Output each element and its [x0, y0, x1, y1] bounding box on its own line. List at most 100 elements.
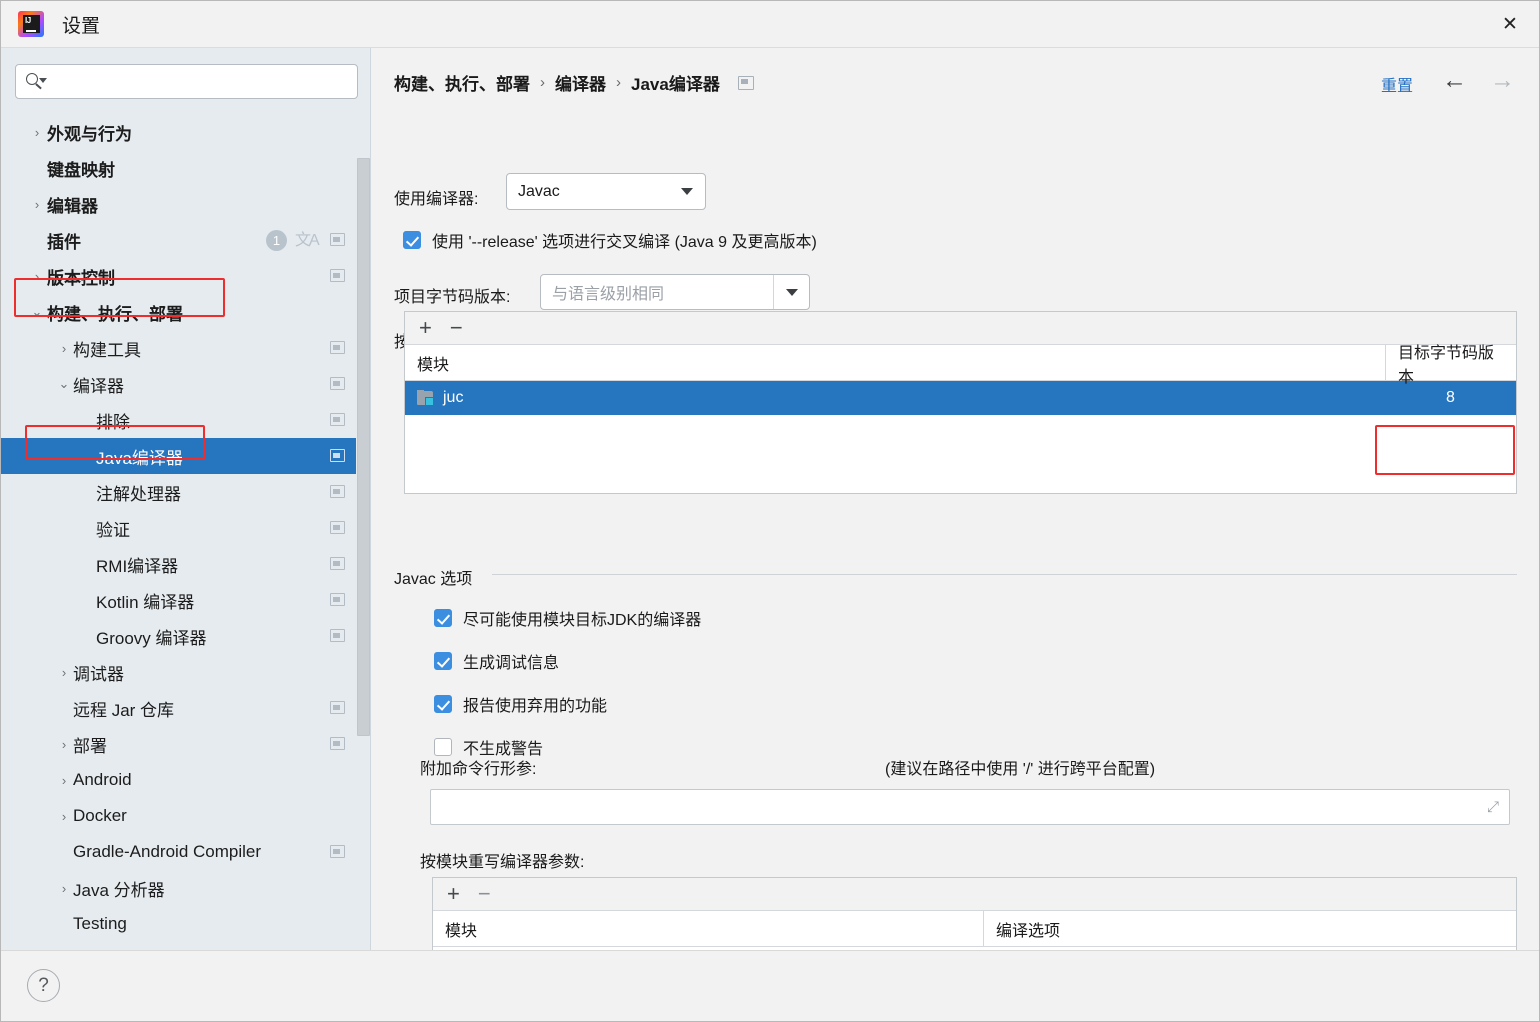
use-release-option-label: 使用 '--release' 选项进行交叉编译 (Java 9 及更高版本) — [432, 234, 817, 251]
breadcrumb-item-2[interactable]: Java编译器 — [631, 70, 720, 95]
use-release-option-checkbox-row[interactable]: 使用 '--release' 选项进行交叉编译 (Java 9 及更高版本) — [403, 228, 817, 252]
chevron-right-icon[interactable]: › — [29, 268, 45, 284]
sidebar-item-label: 验证 — [96, 520, 130, 540]
project-bytecode-select[interactable]: 与语言级别相同 — [540, 274, 810, 310]
search-input[interactable] — [48, 73, 357, 90]
settings-marker-icon — [330, 593, 345, 606]
module-icon — [417, 390, 436, 406]
sidebar-scrollbar-thumb[interactable] — [357, 158, 370, 736]
sidebar-item-1[interactable]: 键盘映射 — [1, 150, 370, 186]
javac-option-checkbox-3[interactable] — [434, 738, 452, 756]
settings-marker-icon — [330, 521, 345, 534]
sidebar-item-6[interactable]: › 构建工具 — [1, 330, 370, 366]
column-header-target-bytecode-version[interactable]: 目标字节码版本 — [1385, 345, 1516, 386]
settings-marker-icon — [330, 485, 345, 498]
sidebar-item-label: RMI编译器 — [96, 556, 179, 576]
chevron-right-icon[interactable]: › — [29, 196, 45, 212]
javac-option-checkbox-1[interactable] — [434, 652, 452, 670]
sidebar-item-label: Kotlin 编译器 — [96, 592, 195, 612]
chevron-right-icon[interactable]: › — [56, 880, 72, 896]
project-bytecode-value: 与语言级别相同 — [552, 286, 665, 303]
column-header-compile-options[interactable]: 编译选项 — [983, 911, 1516, 946]
chevron-down-icon[interactable]: ⌄ — [29, 304, 45, 320]
sidebar-item-21[interactable]: › Java 分析器 — [1, 870, 370, 906]
remove-module-button[interactable]: − — [450, 317, 463, 339]
javac-option-row-1[interactable]: 生成调试信息 — [434, 649, 701, 673]
javac-group-divider — [492, 574, 1517, 575]
main-panel: 构建、执行、部署 › 编译器 › Java编译器 重置 ← → 使用编译器: J… — [372, 48, 1539, 999]
javac-option-label-0: 尽可能使用模块目标JDK的编译器 — [463, 612, 702, 629]
search-icon — [26, 72, 47, 92]
close-icon[interactable]: ✕ — [1481, 1, 1539, 47]
sidebar-item-label: 编译器 — [73, 376, 124, 396]
expand-icon[interactable]: ⤢ — [1487, 799, 1499, 816]
sidebar-item-10[interactable]: 注解处理器 — [1, 474, 370, 510]
sidebar-item-7[interactable]: ⌄ 编译器 — [1, 366, 370, 402]
javac-option-row-0[interactable]: 尽可能使用模块目标JDK的编译器 — [434, 606, 701, 630]
title-bar: IJ 设置 ✕ — [1, 1, 1539, 48]
chevron-right-icon[interactable]: › — [56, 340, 72, 356]
arrow-left-icon[interactable]: ← — [1442, 68, 1467, 93]
sidebar-item-label: 排除 — [96, 412, 130, 432]
settings-marker-icon — [330, 701, 345, 714]
intellij-idea-logo-icon: IJ — [18, 11, 44, 37]
chevron-right-icon[interactable]: › — [56, 664, 72, 680]
chevron-right-icon[interactable]: › — [29, 124, 45, 140]
sidebar-item-0[interactable]: › 外观与行为 — [1, 114, 370, 150]
target-bytecode-cell[interactable]: 8 — [1385, 389, 1516, 407]
javac-option-checkbox-0[interactable] — [434, 609, 452, 627]
sidebar-item-label: Testing — [73, 914, 127, 933]
chevron-right-icon[interactable]: › — [56, 772, 72, 788]
breadcrumb-item-0[interactable]: 构建、执行、部署 — [394, 70, 530, 95]
sidebar-item-5[interactable]: ⌄ 构建、执行、部署 — [1, 294, 370, 330]
chevron-right-icon[interactable]: › — [56, 808, 72, 824]
chevron-right-icon[interactable]: › — [56, 736, 72, 752]
sidebar-item-16[interactable]: 远程 Jar 仓库 — [1, 690, 370, 726]
remove-override-button[interactable]: − — [478, 883, 491, 905]
table-row[interactable]: juc 8 — [405, 381, 1516, 415]
sidebar-item-label: 调试器 — [73, 664, 124, 684]
override-table-toolbar: + − — [433, 878, 1516, 911]
compiler-select-value: Javac — [518, 182, 560, 200]
sidebar-item-8[interactable]: 排除 — [1, 402, 370, 438]
additional-cli-input[interactable]: ⤢ — [430, 789, 1510, 825]
sidebar-item-15[interactable]: › 调试器 — [1, 654, 370, 690]
column-header-module[interactable]: 模块 — [433, 911, 983, 946]
sidebar-item-20[interactable]: Gradle-Android Compiler — [1, 834, 370, 870]
sidebar-item-3[interactable]: 插件 1 文A — [1, 222, 370, 258]
javac-options-group-title: Javac 选项 — [394, 565, 482, 589]
sidebar-item-9[interactable]: Java编译器 — [1, 438, 370, 474]
add-module-button[interactable]: + — [419, 317, 432, 339]
add-override-button[interactable]: + — [447, 883, 460, 905]
compiler-select[interactable]: Javac — [506, 173, 706, 210]
sidebar-item-17[interactable]: › 部署 — [1, 726, 370, 762]
javac-option-row-2[interactable]: 报告使用弃用的功能 — [434, 692, 701, 716]
breadcrumb-item-1[interactable]: 编译器 — [555, 70, 606, 95]
sidebar-item-22[interactable]: Testing — [1, 906, 370, 942]
sidebar-item-2[interactable]: › 编辑器 — [1, 186, 370, 222]
arrow-right-icon[interactable]: → — [1490, 68, 1515, 93]
javac-option-checkbox-2[interactable] — [434, 695, 452, 713]
search-box[interactable] — [15, 64, 358, 99]
translate-icon[interactable]: 文A — [295, 231, 320, 250]
override-params-label: 按模块重写编译器参数: — [420, 854, 585, 871]
use-release-option-checkbox[interactable] — [403, 231, 421, 249]
sidebar-item-label: 远程 Jar 仓库 — [73, 700, 175, 720]
help-button[interactable]: ? — [27, 969, 60, 1002]
sidebar-item-14[interactable]: Groovy 编译器 — [1, 618, 370, 654]
sidebar-item-12[interactable]: RMI编译器 — [1, 546, 370, 582]
settings-marker-icon — [330, 413, 345, 426]
chevron-down-icon[interactable] — [669, 174, 705, 209]
javac-options-list: 尽可能使用模块目标JDK的编译器 生成调试信息 报告使用弃用的功能 不生成警告 — [434, 606, 701, 778]
sidebar-item-19[interactable]: › Docker — [1, 798, 370, 834]
sidebar-item-13[interactable]: Kotlin 编译器 — [1, 582, 370, 618]
sidebar-item-label: 编辑器 — [47, 196, 98, 216]
column-header-module[interactable]: 模块 — [405, 345, 1385, 380]
sidebar-item-18[interactable]: › Android — [1, 762, 370, 798]
project-bytecode-label: 项目字节码版本: — [394, 289, 511, 306]
reset-link[interactable]: 重置 — [1381, 72, 1413, 96]
sidebar-item-4[interactable]: › 版本控制 — [1, 258, 370, 294]
chevron-down-icon[interactable]: ⌄ — [56, 376, 72, 392]
sidebar-item-11[interactable]: 验证 — [1, 510, 370, 546]
chevron-down-icon[interactable] — [773, 275, 809, 309]
